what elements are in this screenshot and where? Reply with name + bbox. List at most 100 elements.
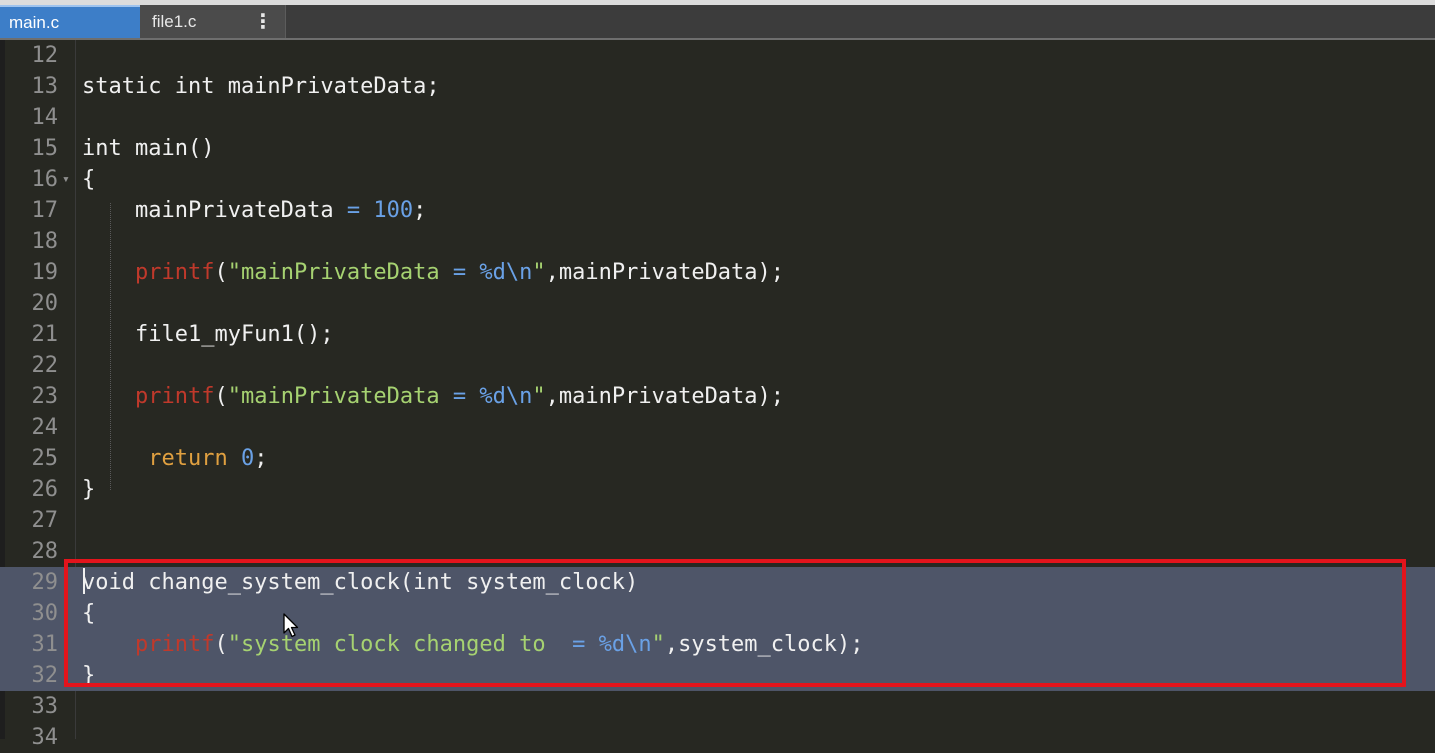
- code-line[interactable]: 25 return 0;: [0, 443, 1435, 474]
- code-line[interactable]: 14: [0, 102, 1435, 133]
- code-token: "system clock changed to: [227, 632, 573, 657]
- code-token: ,system_clock);: [664, 632, 864, 657]
- code-line[interactable]: 20: [0, 288, 1435, 319]
- code-token: =: [572, 632, 586, 657]
- code-editor[interactable]: 12 13 static int mainPrivateData; 14 15 int m…: [0, 40, 1435, 750]
- code-text: printf("mainPrivateData = %d\n",mainPriv…: [82, 257, 784, 288]
- code-line[interactable]: 34: [0, 722, 1435, 753]
- tab-file1-c[interactable]: file1.c ⋮: [140, 5, 286, 38]
- code-token: (: [214, 384, 228, 409]
- code-text: static int mainPrivateData;: [82, 71, 440, 102]
- kebab-menu-icon[interactable]: ⋮: [253, 9, 273, 33]
- code-line[interactable]: 17 mainPrivateData = 100;: [0, 195, 1435, 226]
- code-token: ": [532, 384, 546, 409]
- code-text: void change_system_clock(int system_cloc…: [82, 567, 638, 598]
- line-number: 18: [31, 229, 59, 254]
- code-token: {: [82, 167, 96, 192]
- line-number: 19: [31, 260, 59, 285]
- code-text: {: [82, 598, 95, 629]
- mouse-pointer-icon: [283, 613, 299, 638]
- line-number: 31: [31, 632, 59, 657]
- code-line[interactable]: 19 printf("mainPrivateData = %d\n",mainP…: [0, 257, 1435, 288]
- line-number: 21: [31, 322, 59, 347]
- line-number: 23: [31, 384, 59, 409]
- line-number: 15: [31, 136, 59, 161]
- code-line[interactable]: 15 int main(): [0, 133, 1435, 164]
- code-line[interactable]: 22: [0, 350, 1435, 381]
- code-line[interactable]: 32}: [0, 660, 1435, 691]
- tab-label: main.c: [9, 12, 60, 32]
- line-number: 29: [31, 570, 59, 595]
- line-number: 28: [31, 539, 59, 564]
- line-number: 34: [31, 725, 59, 750]
- code-text: mainPrivateData = 100;: [82, 195, 426, 226]
- line-number: 32: [31, 663, 59, 688]
- code-token: int main(): [82, 136, 215, 161]
- code-line[interactable]: 29 void change_system_clock(int system_cl…: [0, 567, 1435, 598]
- code-token: =: [452, 260, 467, 285]
- line-number: 16: [31, 167, 59, 192]
- code-token: "mainPrivateData: [227, 260, 453, 285]
- code-line[interactable]: 33: [0, 691, 1435, 722]
- code-line[interactable]: 24: [0, 412, 1435, 443]
- line-number: 14: [31, 105, 59, 130]
- line-number: 17: [31, 198, 59, 223]
- line-number: 24: [31, 415, 59, 440]
- code-line[interactable]: 16 ▾ {: [0, 164, 1435, 195]
- line-number: 30: [31, 601, 59, 626]
- code-text: int main(): [82, 133, 214, 164]
- line-number: 26: [31, 477, 59, 502]
- code-line[interactable]: 28: [0, 536, 1435, 567]
- code-text: }: [82, 660, 95, 691]
- code-line[interactable]: 13 static int mainPrivateData;: [0, 71, 1435, 102]
- code-token: 0: [240, 446, 255, 471]
- code-token: "mainPrivateData: [227, 384, 453, 409]
- code-token: {: [82, 601, 96, 626]
- text-caret: [83, 568, 85, 594]
- code-line[interactable]: 27: [0, 505, 1435, 536]
- line-number: 20: [31, 291, 59, 316]
- code-token: mainPrivateData: [82, 198, 347, 223]
- code-line[interactable]: 18: [0, 226, 1435, 257]
- code-line[interactable]: 23 printf("mainPrivateData = %d\n",mainP…: [0, 381, 1435, 412]
- code-line[interactable]: 30 {: [0, 598, 1435, 629]
- line-number: 12: [31, 43, 59, 68]
- code-token: %d\n: [479, 260, 533, 285]
- line-number: 27: [31, 508, 59, 533]
- code-token: static int mainPrivateData;: [82, 74, 440, 99]
- code-line[interactable]: 12: [0, 40, 1435, 71]
- code-token: %d\n: [598, 632, 652, 657]
- line-number: 22: [31, 353, 59, 378]
- indent-guide: [110, 203, 112, 490]
- code-text: }: [82, 474, 95, 505]
- code-token: void change_system_clock(int system_cloc…: [82, 570, 639, 595]
- code-text: file1_myFun1();: [82, 319, 334, 350]
- code-token: 100: [373, 198, 414, 223]
- code-text: printf("system clock changed to = %d\n",…: [82, 629, 864, 660]
- code-token: ": [651, 632, 665, 657]
- code-token: (: [214, 260, 228, 285]
- line-number: 33: [31, 694, 59, 719]
- code-line[interactable]: 31 printf("system clock changed to = %d\…: [0, 629, 1435, 660]
- code-text: printf("mainPrivateData = %d\n",mainPriv…: [82, 381, 784, 412]
- code-token: printf: [134, 260, 215, 285]
- code-token: =: [452, 384, 467, 409]
- tab-main-c[interactable]: main.c: [0, 5, 140, 38]
- tab-label: file1.c: [152, 11, 197, 31]
- code-token: (: [214, 632, 228, 657]
- fold-toggle-icon[interactable]: ▾: [62, 164, 70, 195]
- code-token: printf: [134, 632, 215, 657]
- tab-bar: main.c file1.c ⋮: [0, 5, 1435, 40]
- line-number: 25: [31, 446, 59, 471]
- code-token: ;: [413, 198, 427, 223]
- code-line[interactable]: 26}: [0, 474, 1435, 505]
- code-line[interactable]: 21 file1_myFun1();: [0, 319, 1435, 350]
